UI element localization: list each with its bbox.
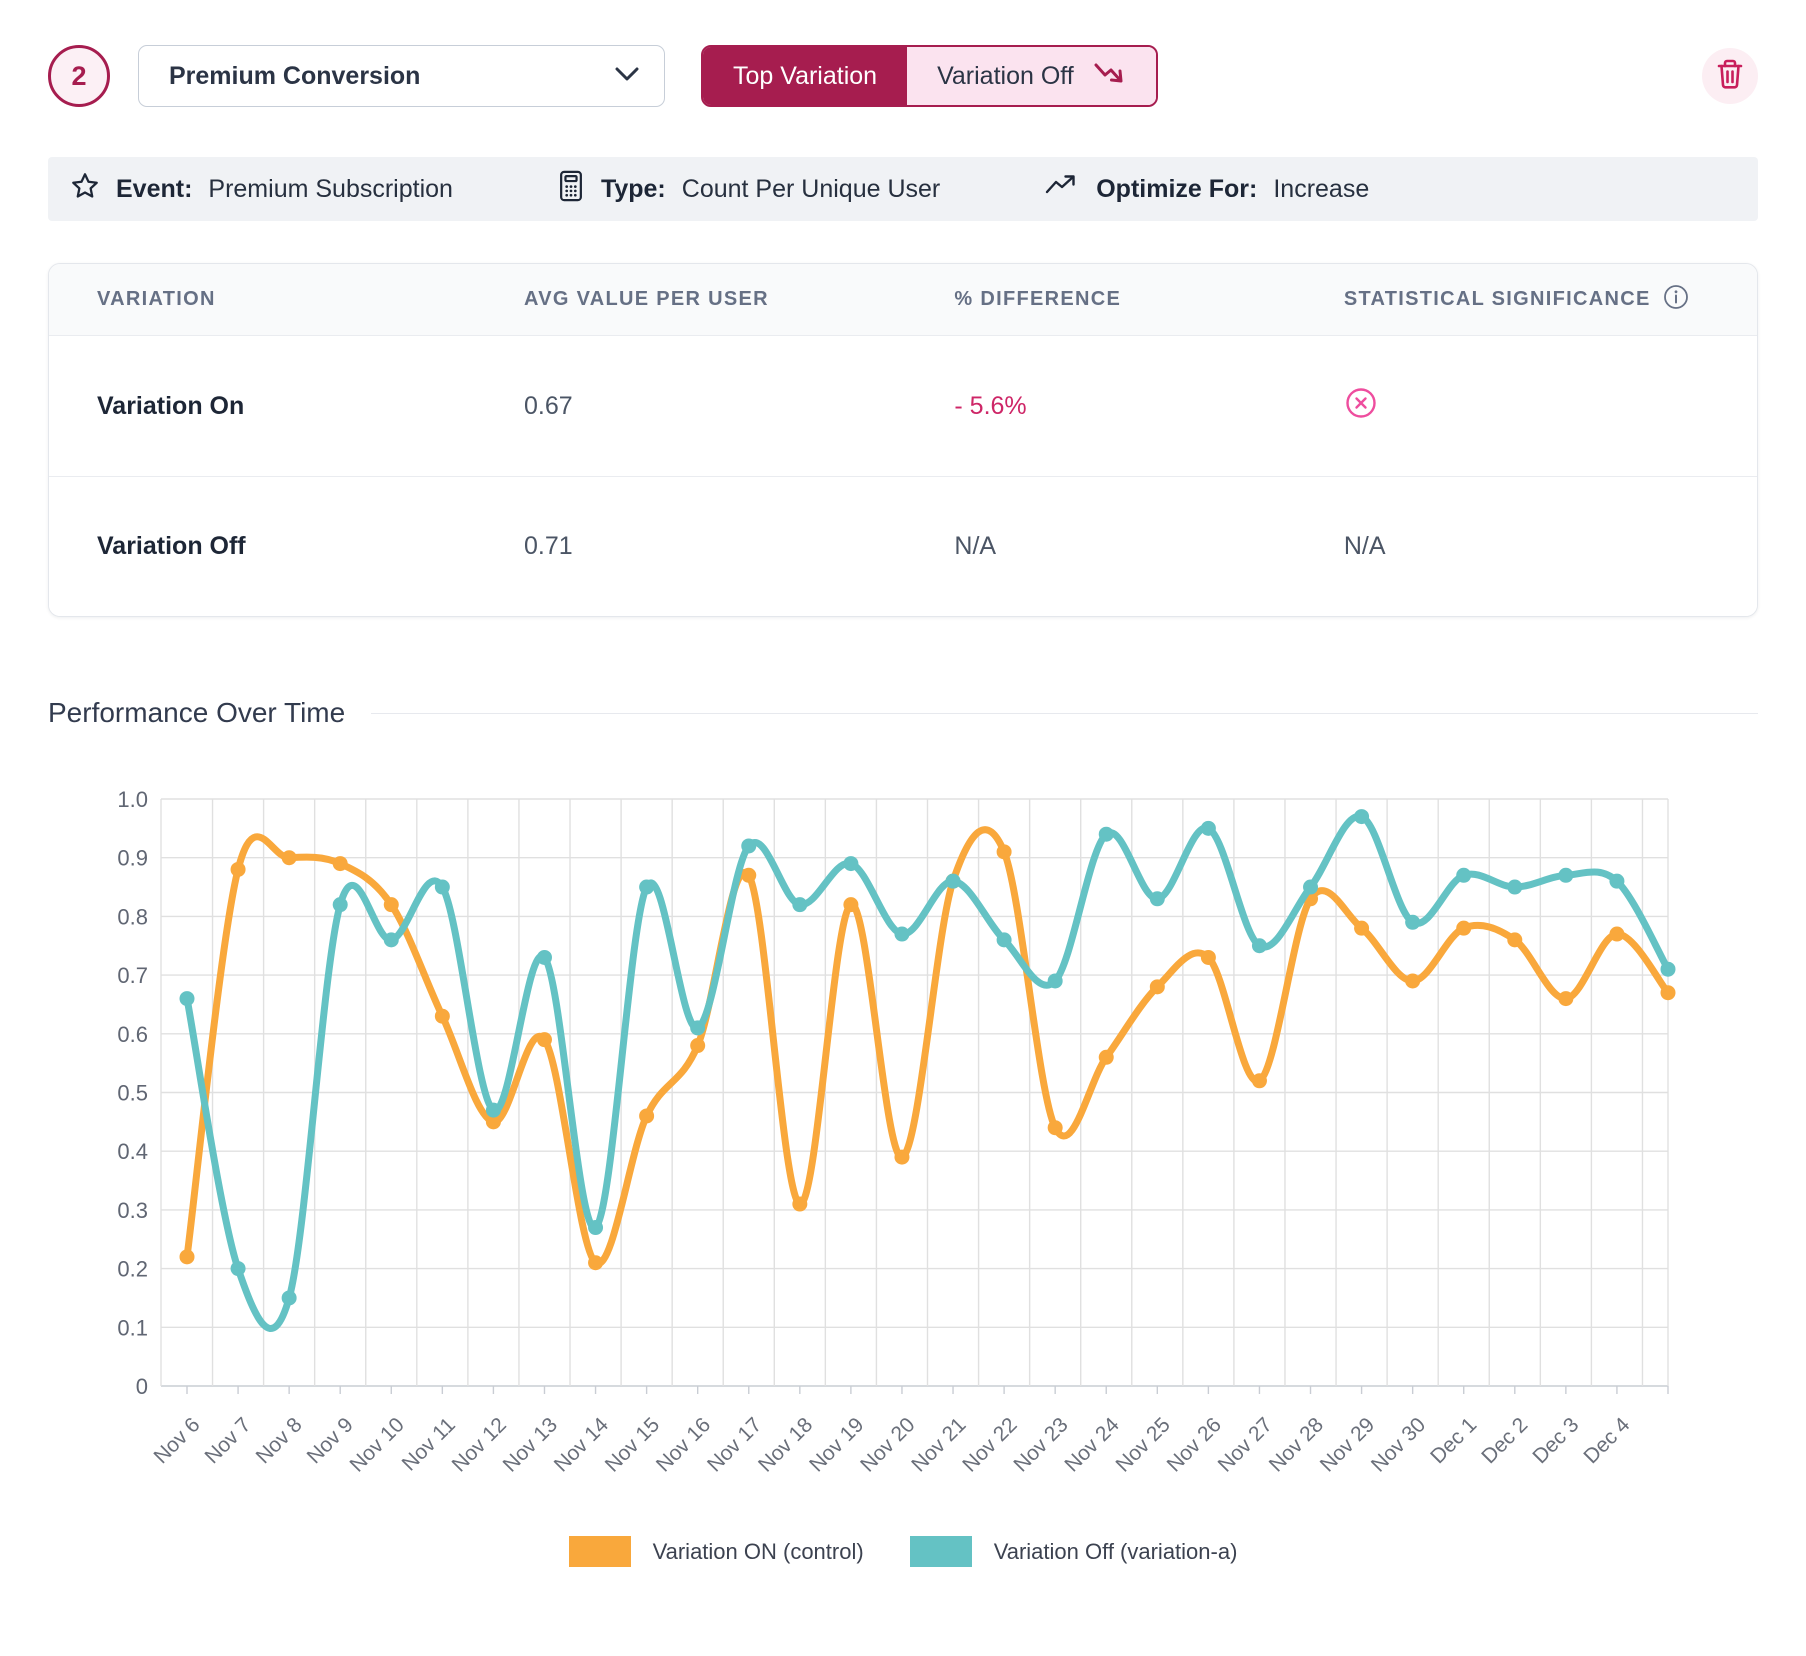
svg-text:Nov 11: Nov 11 — [398, 1413, 460, 1475]
svg-text:Nov 14: Nov 14 — [550, 1413, 614, 1477]
type-value: Count Per Unique User — [682, 175, 940, 204]
svg-text:Nov 24: Nov 24 — [1060, 1413, 1124, 1477]
line-chart-canvas: 1.00.90.80.70.60.50.40.30.20.10Nov 6Nov … — [48, 751, 1758, 1597]
performance-chart: 1.00.90.80.70.60.50.40.30.20.10Nov 6Nov … — [48, 751, 1758, 1602]
row2-significance: N/A — [1296, 532, 1757, 561]
table-row: Variation Off 0.71 N/A N/A — [49, 476, 1757, 616]
svg-text:0.1: 0.1 — [117, 1315, 148, 1340]
optimize-value: Increase — [1273, 175, 1369, 204]
svg-text:Nov 29: Nov 29 — [1316, 1413, 1379, 1476]
svg-text:0.8: 0.8 — [117, 904, 148, 929]
svg-text:Nov 8: Nov 8 — [252, 1413, 307, 1468]
svg-text:Nov 26: Nov 26 — [1163, 1413, 1226, 1476]
table-row: Variation On 0.67 - 5.6% — [49, 336, 1757, 476]
svg-text:Nov 18: Nov 18 — [754, 1413, 817, 1476]
optimize-label: Optimize For: — [1096, 175, 1257, 204]
chart-section-title: Performance Over Time — [48, 697, 345, 729]
toggle-top-variation[interactable]: Top Variation — [703, 47, 907, 105]
row1-avg-value: 0.67 — [476, 392, 906, 421]
svg-text:Nov 16: Nov 16 — [652, 1413, 715, 1476]
svg-text:Nov 22: Nov 22 — [958, 1413, 1021, 1476]
svg-text:Nov 7: Nov 7 — [201, 1413, 256, 1468]
toggle-variation-off-label: Variation Off — [937, 62, 1074, 91]
svg-text:0.5: 0.5 — [117, 1081, 148, 1106]
svg-text:0.2: 0.2 — [117, 1257, 148, 1282]
svg-text:Nov 27: Nov 27 — [1214, 1413, 1277, 1476]
col-significance-label: STATISTICAL SIGNIFICANCE — [1344, 288, 1651, 311]
svg-text:0.6: 0.6 — [117, 1022, 148, 1047]
row2-difference: N/A — [906, 532, 1295, 561]
variation-results-table: VARIATION AVG VALUE PER USER % DIFFERENC… — [48, 263, 1758, 617]
chart-section-header: Performance Over Time — [48, 697, 1758, 729]
metric-dropdown[interactable]: Premium Conversion — [138, 45, 665, 107]
svg-text:Dec 2: Dec 2 — [1477, 1413, 1532, 1468]
experiment-number-badge: 2 — [48, 45, 110, 107]
table-header-row: VARIATION AVG VALUE PER USER % DIFFERENC… — [49, 264, 1757, 336]
svg-text:Nov 25: Nov 25 — [1112, 1413, 1175, 1476]
legend-item: Variation Off (variation-a) — [910, 1536, 1238, 1567]
svg-text:Nov 13: Nov 13 — [499, 1413, 562, 1476]
chevron-down-icon — [614, 66, 640, 87]
svg-text:Nov 20: Nov 20 — [856, 1413, 919, 1476]
row1-variation: Variation On — [49, 392, 476, 421]
row2-avg-value: 0.71 — [476, 532, 906, 561]
svg-text:0: 0 — [136, 1374, 148, 1399]
trash-icon — [1715, 58, 1745, 95]
metric-dropdown-value: Premium Conversion — [169, 62, 420, 91]
col-avg-value: AVG VALUE PER USER — [476, 288, 906, 311]
svg-text:Nov 17: Nov 17 — [703, 1413, 766, 1476]
svg-text:Nov 23: Nov 23 — [1009, 1413, 1072, 1476]
svg-text:Nov 10: Nov 10 — [345, 1413, 408, 1476]
svg-text:Nov 6: Nov 6 — [149, 1413, 204, 1468]
legend-label: Variation ON (control) — [653, 1539, 864, 1565]
col-significance: STATISTICAL SIGNIFICANCE — [1296, 284, 1757, 316]
svg-text:0.7: 0.7 — [117, 963, 148, 988]
info-icon[interactable] — [1663, 284, 1689, 316]
svg-text:0.3: 0.3 — [117, 1198, 148, 1223]
calculator-icon — [557, 170, 585, 209]
svg-text:Nov 28: Nov 28 — [1265, 1413, 1328, 1476]
svg-text:Dec 3: Dec 3 — [1528, 1413, 1583, 1468]
metric-summary-bar: Event: Premium Subscription Type: — [48, 157, 1758, 221]
svg-text:Dec 4: Dec 4 — [1579, 1413, 1634, 1468]
legend-label: Variation Off (variation-a) — [994, 1539, 1238, 1565]
event-label: Event: — [116, 175, 192, 204]
svg-text:Nov 15: Nov 15 — [601, 1413, 664, 1476]
section-divider — [371, 713, 1758, 714]
col-variation: VARIATION — [49, 288, 476, 311]
svg-text:Nov 21: Nov 21 — [907, 1413, 970, 1476]
legend-swatch — [569, 1536, 631, 1567]
toggle-variation-off[interactable]: Variation Off — [907, 47, 1156, 105]
svg-text:Nov 30: Nov 30 — [1367, 1413, 1430, 1476]
svg-text:Dec 1: Dec 1 — [1426, 1413, 1481, 1468]
trend-down-icon — [1092, 60, 1126, 93]
chart-legend: Variation ON (control) Variation Off (var… — [48, 1536, 1758, 1567]
legend-item: Variation ON (control) — [569, 1536, 864, 1567]
event-value: Premium Subscription — [208, 175, 453, 204]
row2-variation: Variation Off — [49, 532, 476, 561]
not-significant-icon — [1344, 386, 1378, 427]
svg-text:0.9: 0.9 — [117, 846, 148, 871]
type-label: Type: — [601, 175, 666, 204]
svg-text:0.4: 0.4 — [117, 1139, 148, 1164]
svg-text:1.0: 1.0 — [117, 787, 148, 812]
variation-toggle: Top Variation Variation Off — [701, 45, 1158, 107]
row1-significance — [1296, 386, 1757, 427]
summary-event: Event: Premium Subscription — [70, 171, 453, 208]
row1-difference: - 5.6% — [906, 392, 1295, 421]
legend-swatch — [910, 1536, 972, 1567]
experiment-header: 2 Premium Conversion Top Variation Varia… — [48, 43, 1758, 109]
svg-text:Nov 12: Nov 12 — [448, 1413, 511, 1476]
col-difference: % DIFFERENCE — [906, 288, 1295, 311]
summary-optimize: Optimize For: Increase — [1044, 173, 1369, 206]
summary-type: Type: Count Per Unique User — [557, 170, 940, 209]
trend-up-icon — [1044, 173, 1080, 206]
svg-text:Nov 19: Nov 19 — [805, 1413, 868, 1476]
star-icon — [70, 171, 100, 208]
delete-metric-button[interactable] — [1702, 48, 1758, 104]
